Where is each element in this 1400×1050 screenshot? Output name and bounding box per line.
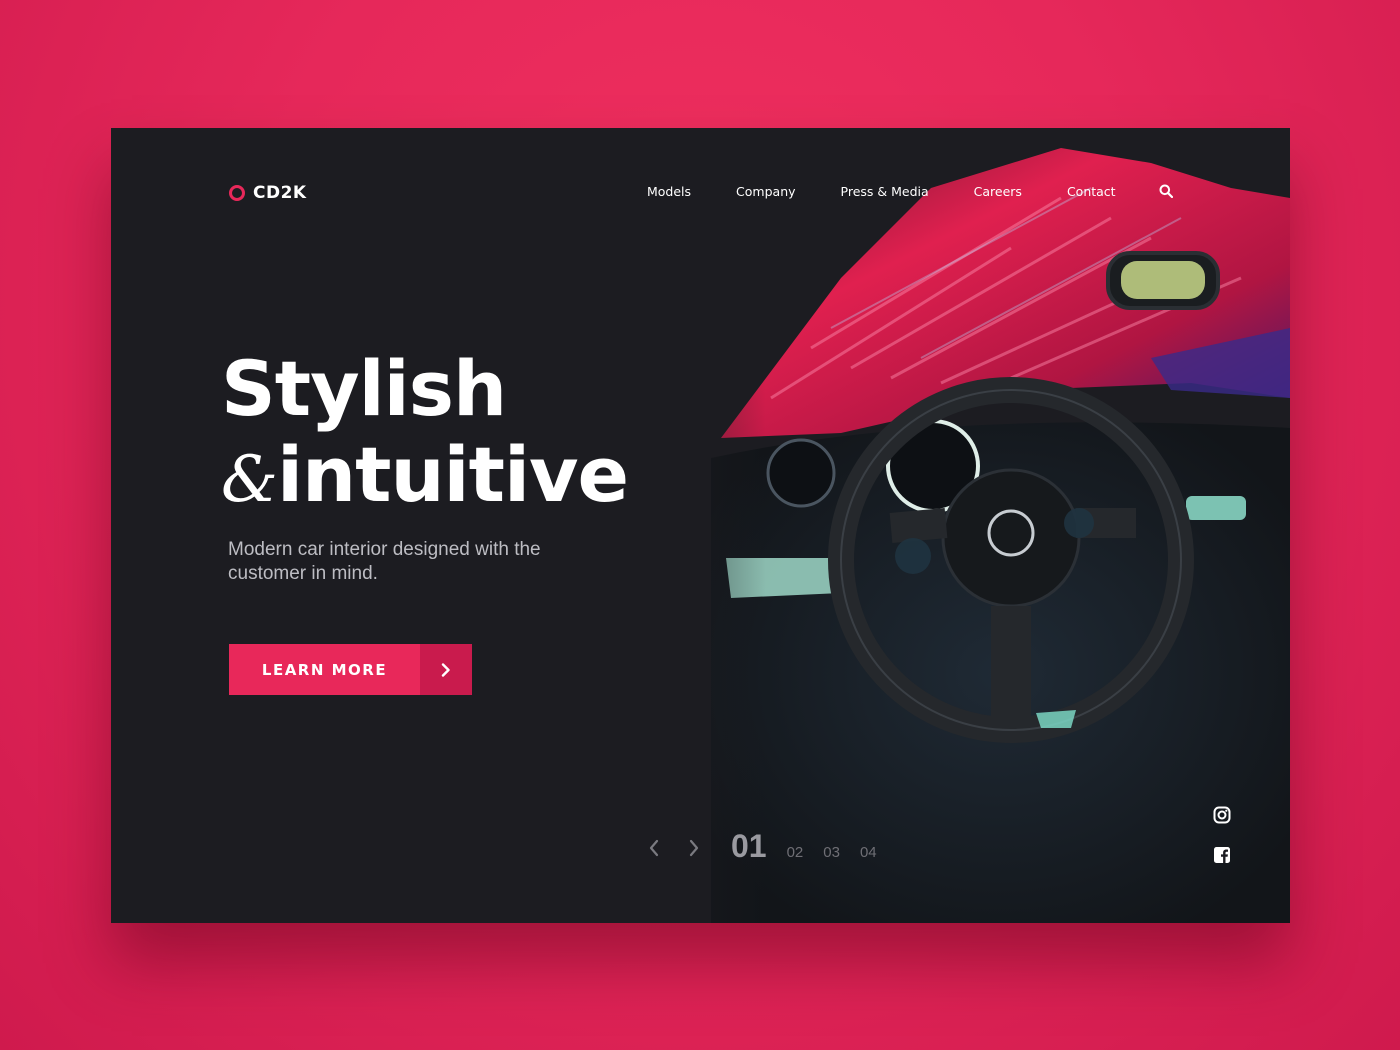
headline-line-2: &intuitive — [221, 430, 629, 523]
brand-name: CD2K — [253, 183, 307, 203]
chevron-right-icon — [420, 644, 472, 695]
headline-line-1: Stylish — [221, 344, 507, 433]
page-number-04[interactable]: 04 — [860, 844, 877, 861]
chevron-left-icon[interactable] — [647, 838, 661, 858]
headline-word-intuitive: intuitive — [276, 430, 629, 519]
nav-item-contact[interactable]: Contact — [1067, 184, 1116, 199]
search-icon[interactable] — [1159, 184, 1173, 198]
slide-pager: 01 02 03 04 — [647, 828, 897, 868]
learn-more-button[interactable]: LEARN MORE — [229, 644, 472, 695]
nav-item-press-media[interactable]: Press & Media — [841, 184, 929, 199]
nav-item-models[interactable]: Models — [647, 184, 691, 199]
logo-ring-icon — [229, 185, 245, 201]
hero-card: CD2K Models Company Press & Media Career… — [111, 128, 1290, 923]
hero-headline: Stylish &intuitive — [221, 344, 629, 523]
facebook-icon[interactable] — [1213, 846, 1231, 864]
social-links — [1213, 806, 1231, 864]
page-number-02[interactable]: 02 — [787, 844, 804, 861]
top-navigation: CD2K Models Company Press & Media Career… — [111, 128, 1290, 258]
hero-subtitle: Modern car interior designed with the cu… — [228, 539, 541, 584]
nav-item-careers[interactable]: Careers — [974, 184, 1022, 199]
instagram-icon[interactable] — [1213, 806, 1231, 824]
page-number-01[interactable]: 01 — [731, 828, 767, 865]
chevron-right-icon[interactable] — [687, 838, 701, 858]
brand-logo[interactable]: CD2K — [229, 183, 307, 203]
page-number-03[interactable]: 03 — [823, 844, 840, 861]
nav-item-company[interactable]: Company — [736, 184, 795, 199]
learn-more-label: LEARN MORE — [229, 644, 420, 695]
headline-ampersand: & — [221, 443, 278, 517]
main-menu: Models Company Press & Media Careers Con… — [647, 184, 1161, 199]
